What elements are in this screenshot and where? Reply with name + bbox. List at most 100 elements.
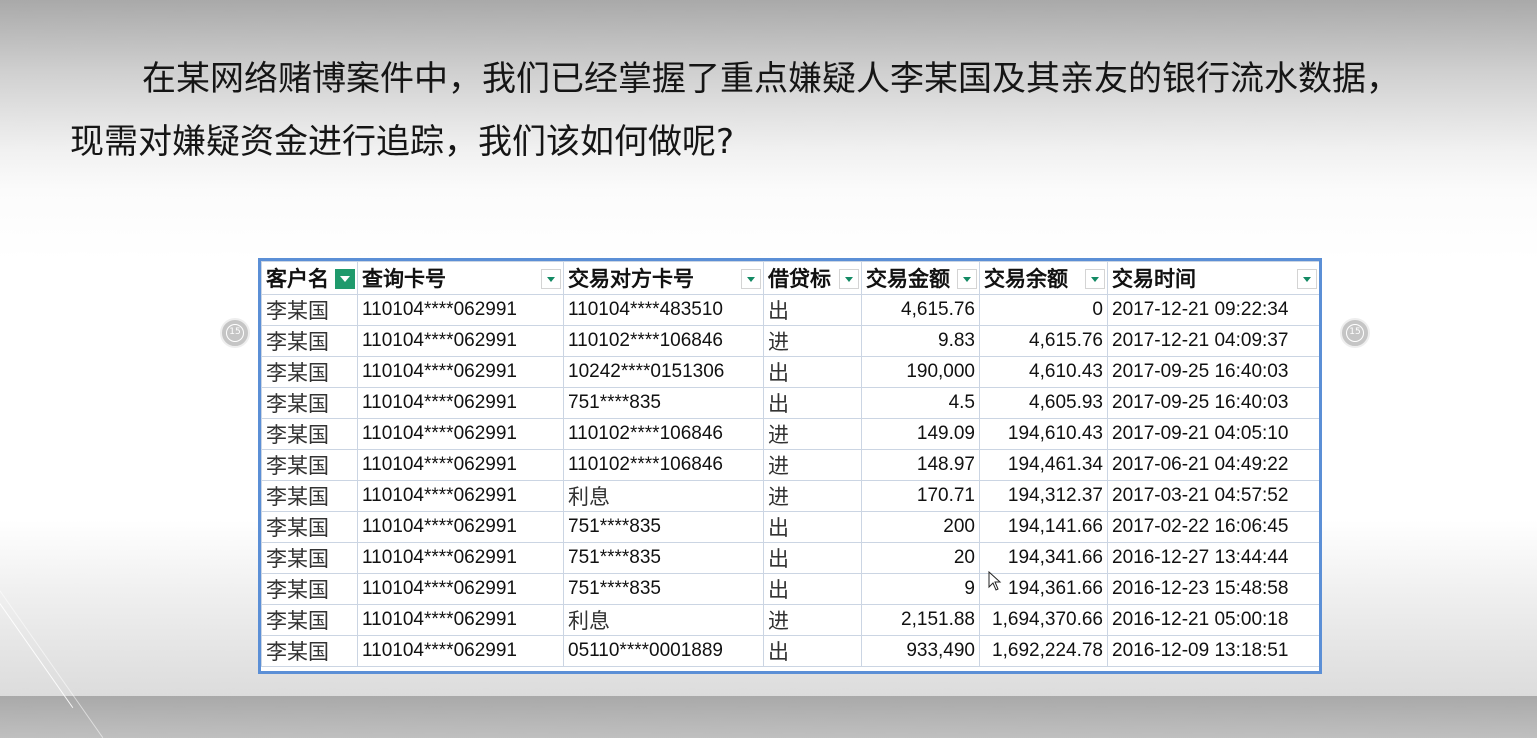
cell-amount[interactable]: 2,151.88 [861, 604, 980, 636]
cell-customer[interactable]: 李某国 [261, 294, 358, 326]
cell-query-card[interactable]: 110104****062991 [357, 542, 564, 574]
cell-query-card[interactable]: 110104****062991 [357, 573, 564, 605]
cell-balance[interactable]: 4,615.76 [979, 325, 1108, 357]
column-header-counterparty-card[interactable]: 交易对方卡号 [563, 261, 764, 295]
column-header-balance[interactable]: 交易余额 [979, 261, 1108, 295]
table-row[interactable]: 李某国 110104****062991 利息进 2,151.88 1,694,370.… [261, 604, 1319, 636]
cell-balance[interactable]: 0 [979, 294, 1108, 326]
cell-counterparty-card[interactable]: 110104****483510 [563, 294, 764, 326]
cell-customer[interactable]: 李某国 [261, 604, 358, 636]
cell-time[interactable]: 2017-09-25 16:40:03 [1107, 387, 1319, 419]
cell-balance[interactable]: 4,605.93 [979, 387, 1108, 419]
column-header-time[interactable]: 交易时间 [1107, 261, 1319, 295]
cell-debit-credit[interactable]: 出 [763, 542, 862, 574]
filter-dropdown-icon[interactable] [741, 269, 761, 289]
cell-time[interactable]: 2016-12-21 05:00:18 [1107, 604, 1319, 636]
cell-balance[interactable]: 194,341.66 [979, 542, 1108, 574]
cell-counterparty-card[interactable]: 110102****106846 [563, 449, 764, 481]
cell-amount[interactable]: 190,000 [861, 356, 980, 388]
table-row[interactable]: 李某国 110104****062991 751****835 出 4.5 4,605.9… [261, 387, 1319, 419]
cell-query-card[interactable]: 110104****062991 [357, 356, 564, 388]
cell-debit-credit[interactable]: 出 [763, 635, 862, 667]
cell-counterparty-card[interactable]: 05110****0001889 [563, 635, 764, 667]
cell-balance[interactable]: 194,610.43 [979, 418, 1108, 450]
cell-debit-credit[interactable]: 出 [763, 294, 862, 326]
table-row[interactable]: 李某国 110104****062991 110102****106846 进 9.83… [261, 325, 1319, 357]
cell-debit-credit[interactable]: 出 [763, 573, 862, 605]
cell-time[interactable]: 2017-09-25 16:40:03 [1107, 356, 1319, 388]
table-row[interactable]: 李某国 110104****062991 110102****106846 进 149.… [261, 418, 1319, 450]
cell-customer[interactable]: 李某国 [261, 418, 358, 450]
cell-amount[interactable]: 9 [861, 573, 980, 605]
cell-amount[interactable]: 20 [861, 542, 980, 574]
table-row[interactable]: 李某国 110104****062991 05110****0001889 出 933,… [261, 635, 1319, 667]
cell-time[interactable]: 2016-12-09 13:18:51 [1107, 635, 1319, 667]
cell-time[interactable]: 2017-09-21 04:05:10 [1107, 418, 1319, 450]
cell-query-card[interactable]: 110104****062991 [357, 325, 564, 357]
cell-balance[interactable]: 194,141.66 [979, 511, 1108, 543]
cell-debit-credit[interactable]: 出 [763, 511, 862, 543]
table-row[interactable]: 李某国 110104****062991 751****835 出 200 194,141… [261, 511, 1319, 543]
table-row[interactable]: 李某国 110104****062991 利息进 170.71 194,312.37 20… [261, 480, 1319, 512]
cell-customer[interactable]: 李某国 [261, 635, 358, 667]
cell-debit-credit[interactable]: 进 [763, 418, 862, 450]
column-header-customer[interactable]: 客户名 [261, 261, 358, 295]
cell-amount[interactable]: 4.5 [861, 387, 980, 419]
filter-dropdown-icon[interactable] [957, 269, 977, 289]
cell-customer[interactable]: 李某国 [261, 356, 358, 388]
cell-amount[interactable]: 170.71 [861, 480, 980, 512]
cell-query-card[interactable]: 110104****062991 [357, 480, 564, 512]
filter-active-icon[interactable] [335, 269, 355, 289]
cell-time[interactable]: 2017-06-21 04:49:22 [1107, 449, 1319, 481]
cell-balance[interactable]: 1,692,224.78 [979, 635, 1108, 667]
cell-time[interactable]: 2016-12-27 13:44:44 [1107, 542, 1319, 574]
cell-counterparty-card[interactable]: 10242****0151306 [563, 356, 764, 388]
cell-debit-credit[interactable]: 出 [763, 356, 862, 388]
cell-customer[interactable]: 李某国 [261, 573, 358, 605]
cell-balance[interactable]: 194,461.34 [979, 449, 1108, 481]
table-row[interactable]: 李某国 110104****062991 751****835 出 9 194,361.6… [261, 573, 1319, 605]
table-row[interactable]: 李某国 110104****062991 110102****106846 进 148.… [261, 449, 1319, 481]
column-header-query-card[interactable]: 查询卡号 [357, 261, 564, 295]
cell-counterparty-card[interactable]: 751****835 [563, 511, 764, 543]
cell-debit-credit[interactable]: 出 [763, 387, 862, 419]
cell-customer[interactable]: 李某国 [261, 325, 358, 357]
filter-dropdown-icon[interactable] [839, 269, 859, 289]
cell-time[interactable]: 2017-03-21 04:57:52 [1107, 480, 1319, 512]
cell-amount[interactable]: 148.97 [861, 449, 980, 481]
cell-amount[interactable]: 9.83 [861, 325, 980, 357]
cell-balance[interactable]: 1,694,370.66 [979, 604, 1108, 636]
cell-counterparty-card[interactable]: 利息 [563, 604, 764, 636]
filter-dropdown-icon[interactable] [541, 269, 561, 289]
cell-query-card[interactable]: 110104****062991 [357, 511, 564, 543]
previous-slide-button[interactable]: 15 [220, 318, 250, 348]
cell-customer[interactable]: 李某国 [261, 449, 358, 481]
cell-debit-credit[interactable]: 进 [763, 325, 862, 357]
cell-debit-credit[interactable]: 进 [763, 449, 862, 481]
cell-amount[interactable]: 149.09 [861, 418, 980, 450]
column-header-debit-credit[interactable]: 借贷标 [763, 261, 862, 295]
cell-debit-credit[interactable]: 进 [763, 604, 862, 636]
filter-dropdown-icon[interactable] [1297, 269, 1317, 289]
table-row[interactable]: 李某国 110104****062991 110104****483510 出 4,61… [261, 294, 1319, 326]
cell-amount[interactable]: 933,490 [861, 635, 980, 667]
cell-time[interactable]: 2016-12-23 15:48:58 [1107, 573, 1319, 605]
cell-amount[interactable]: 200 [861, 511, 980, 543]
cell-counterparty-card[interactable]: 利息 [563, 480, 764, 512]
cell-query-card[interactable]: 110104****062991 [357, 294, 564, 326]
cell-query-card[interactable]: 110104****062991 [357, 387, 564, 419]
cell-customer[interactable]: 李某国 [261, 387, 358, 419]
cell-balance[interactable]: 4,610.43 [979, 356, 1108, 388]
filter-dropdown-icon[interactable] [1085, 269, 1105, 289]
cell-time[interactable]: 2017-12-21 09:22:34 [1107, 294, 1319, 326]
cell-counterparty-card[interactable]: 751****835 [563, 387, 764, 419]
table-row[interactable]: 李某国 110104****062991 10242****0151306 出 190,… [261, 356, 1319, 388]
cell-balance[interactable]: 194,312.37 [979, 480, 1108, 512]
cell-customer[interactable]: 李某国 [261, 542, 358, 574]
cell-query-card[interactable]: 110104****062991 [357, 418, 564, 450]
cell-counterparty-card[interactable]: 110102****106846 [563, 418, 764, 450]
cell-customer[interactable]: 李某国 [261, 511, 358, 543]
table-row[interactable]: 李某国 110104****062991 751****835 出 20 194,341.… [261, 542, 1319, 574]
cell-counterparty-card[interactable]: 110102****106846 [563, 325, 764, 357]
cell-customer[interactable]: 李某国 [261, 480, 358, 512]
